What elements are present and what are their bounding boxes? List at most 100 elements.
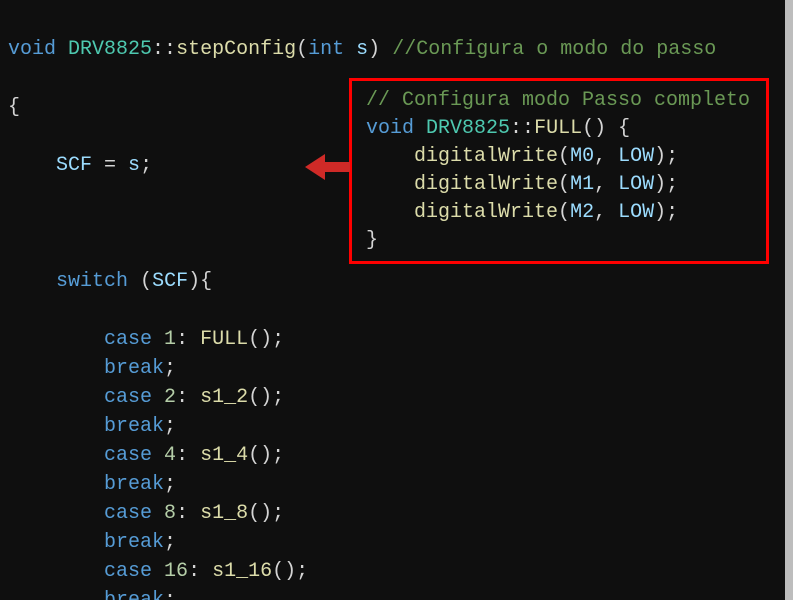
paren-open: ( [558,201,570,224]
semicolon: ; [164,473,176,496]
brace-close: } [366,229,378,252]
indent [8,531,104,554]
fn-call: s1_16 [212,560,272,583]
case-value: 1 [164,328,176,351]
paren-close: ) [188,270,200,293]
comment: //Configura o modo do passo [392,38,716,61]
indent [8,357,104,380]
keyword-switch: switch [56,270,128,293]
var-s: s [128,154,140,177]
comment: // Configura modo Passo completo [366,89,750,112]
fn-call: s1_2 [200,386,248,409]
keyword-case: case [104,502,152,525]
fn-stepconfig: stepConfig [176,38,296,61]
brace-open: { [200,270,212,293]
callout-line: digitalWrite(M1, LOW); [366,171,756,199]
fn-full: FULL [534,117,582,140]
code-line-switch: switch (SCF){ [8,267,787,296]
brace-open: { [618,117,630,140]
space [344,38,356,61]
paren-close: ) [654,173,666,196]
keyword-break: break [104,357,164,380]
case-value: 8 [164,502,176,525]
keyword-case: case [104,560,152,583]
keyword-int: int [308,38,344,61]
arg-level: LOW [618,201,654,224]
indent [8,154,56,177]
code-line-break: break; [8,470,787,499]
parens: () [272,560,296,583]
colon: : [188,560,212,583]
paren-close: ) [368,38,380,61]
indent [8,560,104,583]
fn-call: s1_4 [200,444,248,467]
code-line-case: case 4: s1_4(); [8,441,787,470]
colon: : [176,328,200,351]
keyword-break: break [104,589,164,600]
space [414,117,426,140]
arg-pin: M2 [570,201,594,224]
code-line-case: case 8: s1_8(); [8,499,787,528]
semicolon: ; [272,502,284,525]
semicolon: ; [140,154,152,177]
paren-open: ( [140,270,152,293]
param-s: s [356,38,368,61]
keyword-case: case [104,444,152,467]
colon: : [176,444,200,467]
code-line-break: break; [8,354,787,383]
comma: , [594,173,618,196]
case-value: 4 [164,444,176,467]
op-eq: = [92,154,128,177]
scope-op: :: [152,38,176,61]
code-line-case: case 1: FULL(); [8,325,787,354]
callout-signature: void DRV8825::FULL() { [366,115,756,143]
arg-pin: M1 [570,173,594,196]
semicolon: ; [164,531,176,554]
arrow-icon [305,155,350,179]
code-line-case: case 2: s1_2(); [8,383,787,412]
callout-body: digitalWrite(M0, LOW); digitalWrite(M1, … [366,143,756,227]
semicolon: ; [272,386,284,409]
semicolon: ; [272,444,284,467]
var-scf: SCF [56,154,92,177]
indent [366,145,414,168]
colon: : [176,386,200,409]
arg-level: LOW [618,173,654,196]
parens: () [248,386,272,409]
callout-box: // Configura modo Passo completo void DR… [349,78,769,264]
indent [8,328,104,351]
paren-open: ( [558,145,570,168]
code-line-break: break; [8,586,787,600]
paren-open: ( [558,173,570,196]
code-line-signature: void DRV8825::stepConfig(int s) //Config… [8,35,787,64]
code-line-break: break; [8,412,787,441]
comma: , [594,201,618,224]
code-line-break: break; [8,528,787,557]
parens: () [248,502,272,525]
scope-op: :: [510,117,534,140]
arrow-shaft [323,162,350,172]
keyword-break: break [104,415,164,438]
indent [366,173,414,196]
arg-level: LOW [618,145,654,168]
semicolon: ; [164,357,176,380]
semicolon: ; [272,328,284,351]
parens: () [248,444,272,467]
fn-call: s1_8 [200,502,248,525]
callout-comment: // Configura modo Passo completo [366,87,756,115]
keyword-case: case [104,386,152,409]
colon: : [176,502,200,525]
fn-call: FULL [200,328,248,351]
cases-block: case 1: FULL(); break; case 2: s1_2(); b… [8,325,787,600]
comma: , [594,145,618,168]
keyword-case: case [104,328,152,351]
paren-close: ) [654,145,666,168]
fn-digitalwrite: digitalWrite [414,173,558,196]
case-value: 16 [164,560,188,583]
callout-close: } [366,227,756,255]
scrollbar-track[interactable] [785,0,793,600]
arrow-head [305,154,325,180]
space [606,117,618,140]
semicolon: ; [666,201,678,224]
fn-digitalwrite: digitalWrite [414,145,558,168]
